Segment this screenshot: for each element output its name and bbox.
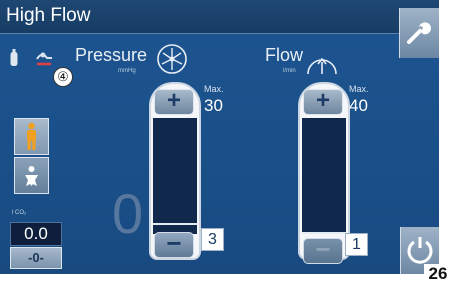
co2-volume-display: 0.0 — [10, 222, 62, 246]
flow-max-label: Max. — [349, 84, 369, 94]
callout-marker: ④ — [53, 67, 73, 87]
child-icon — [25, 166, 38, 186]
patient-warning-icon — [34, 49, 54, 74]
pressure-setpoint-line — [153, 223, 197, 225]
pressure-current-value: 0 — [112, 182, 144, 245]
flow-max-value: 40 — [349, 96, 368, 115]
title-bar: High Flow — [0, 0, 439, 34]
flow-set-value: 1 — [345, 233, 368, 256]
settings-wrench-button[interactable] — [399, 8, 439, 58]
pressure-bar-fill — [153, 118, 197, 234]
co2-reset-button[interactable]: -0- — [10, 247, 62, 269]
high-flow-screen: High Flow ④ Pressure mmHg Flow l/min + −… — [0, 0, 439, 274]
pressure-minus-button[interactable]: − — [154, 230, 194, 258]
gas-bottle-icon — [10, 49, 18, 72]
pressure-unit: mmHg — [118, 68, 136, 74]
pressure-set-value: 3 — [201, 228, 224, 251]
flow-unit: l/min — [283, 68, 296, 74]
flow-label: Flow — [265, 45, 304, 65]
pressure-max-value: 30 — [204, 96, 223, 115]
power-icon — [407, 237, 433, 264]
flow-minus-button[interactable]: − — [303, 236, 343, 264]
wrench-icon — [407, 22, 431, 44]
pressure-max-label: Max. — [204, 84, 224, 94]
pressure-label: Pressure — [75, 45, 148, 65]
pressure-plus-button[interactable]: + — [154, 89, 194, 115]
flow-plus-button[interactable]: + — [303, 89, 343, 115]
adult-icon — [27, 122, 36, 150]
flow-bar-fill — [302, 118, 346, 234]
adult-mode-button[interactable] — [14, 118, 49, 155]
pediatric-mode-button[interactable] — [14, 157, 49, 194]
screen-title: High Flow — [6, 5, 91, 26]
pressure-dial-icon — [157, 44, 187, 74]
page-number: 26 — [424, 264, 452, 284]
co2-label: l CO₂ — [12, 210, 27, 216]
flow-dial-icon — [307, 57, 337, 75]
